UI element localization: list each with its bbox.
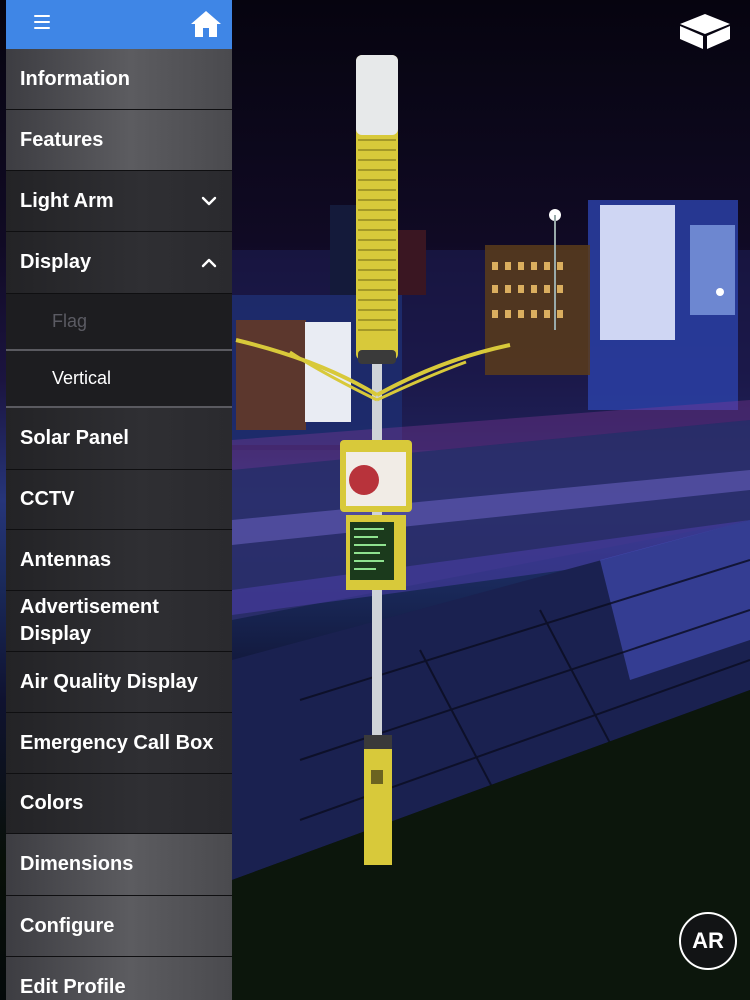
submenu-item-label: Vertical xyxy=(52,368,112,388)
menu-item-edit-profile[interactable]: Edit Profile xyxy=(6,957,232,1000)
menu-item-label: Edit Profile xyxy=(20,975,126,998)
menu-item-label: Colors xyxy=(20,792,84,814)
home-button[interactable] xyxy=(190,8,222,40)
menu-item-label: CCTV xyxy=(20,488,75,510)
view-cube-button[interactable] xyxy=(676,10,734,52)
menu-item-emergency-call-box[interactable]: Emergency Call Box xyxy=(6,713,232,774)
menu-item-label: Information xyxy=(20,67,130,90)
menu-item-display[interactable]: Display xyxy=(6,232,232,294)
menu-item-light-arm[interactable]: Light Arm xyxy=(6,171,232,232)
menu-item-colors[interactable]: Colors xyxy=(6,774,232,834)
chevron-up-icon xyxy=(200,254,218,272)
menu-item-configure[interactable]: Configure xyxy=(6,896,232,957)
menu-item-features[interactable]: Features xyxy=(6,110,232,171)
menu-item-label: Antennas xyxy=(20,548,112,571)
submenu-item-label: Flag xyxy=(52,311,88,331)
menu-item-label: Advertisement Display xyxy=(20,596,159,645)
menu-item-label: Dimensions xyxy=(20,853,134,875)
home-icon xyxy=(191,11,221,37)
sidebar-menu: Information Features Light Arm Display F… xyxy=(6,0,232,1000)
menu-item-label: Features xyxy=(20,128,104,151)
ar-button[interactable]: AR xyxy=(679,912,737,970)
sidebar-menu-list: Information Features Light Arm Display F… xyxy=(6,49,232,1000)
hamburger-icon[interactable] xyxy=(34,15,50,29)
menu-item-label: Configure xyxy=(20,914,115,937)
menu-item-cctv[interactable]: CCTV xyxy=(6,470,232,530)
submenu-item-flag[interactable]: Flag xyxy=(6,294,232,351)
menu-item-label: Light Arm xyxy=(20,189,114,212)
menu-item-label: Emergency Call Box xyxy=(20,731,214,754)
menu-item-advertisement-display[interactable]: Advertisement Display xyxy=(6,591,232,652)
ar-button-label: AR xyxy=(692,928,724,953)
menu-item-antennas[interactable]: Antennas xyxy=(6,530,232,591)
chevron-down-icon xyxy=(200,192,218,210)
submenu-item-vertical[interactable]: Vertical xyxy=(6,351,232,408)
menu-item-solar-panel[interactable]: Solar Panel xyxy=(6,408,232,470)
menu-item-dimensions[interactable]: Dimensions xyxy=(6,834,232,896)
menu-item-information[interactable]: Information xyxy=(6,49,232,110)
cube-icon xyxy=(680,14,730,49)
sidebar-header xyxy=(6,0,232,49)
menu-item-label: Display xyxy=(20,251,92,273)
menu-item-air-quality-display[interactable]: Air Quality Display xyxy=(6,652,232,713)
menu-item-label: Air Quality Display xyxy=(20,670,198,693)
menu-item-label: Solar Panel xyxy=(20,427,129,449)
